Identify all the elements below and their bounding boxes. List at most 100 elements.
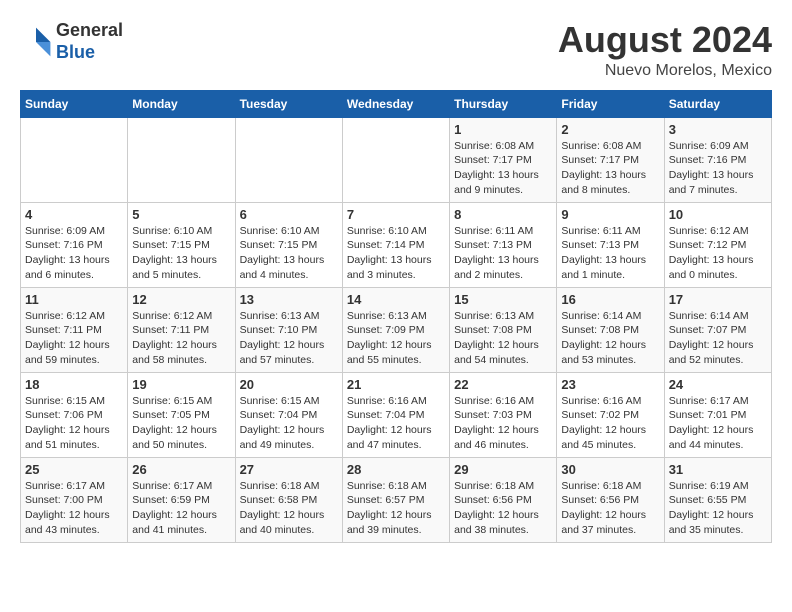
calendar-cell: 18Sunrise: 6:15 AM Sunset: 7:06 PM Dayli…: [21, 372, 128, 457]
day-number: 20: [240, 377, 338, 392]
week-row-1: 1 Sunrise: 6:08 AM Sunset: 7:17 PM Daylig…: [21, 117, 772, 202]
day-number: 27: [240, 462, 338, 477]
day-of-week-sunday: Sunday: [21, 90, 128, 117]
day-number: 22: [454, 377, 552, 392]
page-header: General Blue August 2024 Nuevo Morelos, …: [20, 20, 772, 80]
day-info: Sunrise: 6:15 AM Sunset: 7:05 PM Dayligh…: [132, 394, 230, 453]
day-number: 2: [561, 122, 659, 137]
calendar-cell: 11 Sunrise: 6:12 AM Sunset: 7:11 PM Dayli…: [21, 287, 128, 372]
calendar-cell: 3 Sunrise: 6:09 AM Sunset: 7:16 PM Daylig…: [664, 117, 771, 202]
calendar-cell: 29 Sunrise: 6:18 AM Sunset: 6:56 PM Dayli…: [450, 457, 557, 542]
day-info: Sunrise: 6:11 AM Sunset: 7:13 PM Dayligh…: [561, 224, 659, 283]
calendar-cell: 24Sunrise: 6:17 AM Sunset: 7:01 PM Dayli…: [664, 372, 771, 457]
day-info: Sunrise: 6:18 AM Sunset: 6:56 PM Dayligh…: [454, 479, 552, 538]
calendar-cell: 6 Sunrise: 6:10 AM Sunset: 7:15 PM Daylig…: [235, 202, 342, 287]
calendar-table: SundayMondayTuesdayWednesdayThursdayFrid…: [20, 90, 772, 543]
day-of-week-saturday: Saturday: [664, 90, 771, 117]
day-info: Sunrise: 6:19 AM Sunset: 6:55 PM Dayligh…: [669, 479, 767, 538]
calendar-cell: 14 Sunrise: 6:13 AM Sunset: 7:09 PM Dayli…: [342, 287, 449, 372]
calendar-cell: [342, 117, 449, 202]
day-of-week-thursday: Thursday: [450, 90, 557, 117]
day-number: 3: [669, 122, 767, 137]
calendar-cell: 21 Sunrise: 6:16 AM Sunset: 7:04 PM Dayli…: [342, 372, 449, 457]
day-info: Sunrise: 6:13 AM Sunset: 7:09 PM Dayligh…: [347, 309, 445, 368]
day-info: Sunrise: 6:09 AM Sunset: 7:16 PM Dayligh…: [25, 224, 123, 283]
logo-icon: [20, 26, 52, 58]
title-block: August 2024 Nuevo Morelos, Mexico: [558, 20, 772, 80]
day-of-week-tuesday: Tuesday: [235, 90, 342, 117]
calendar-cell: 9 Sunrise: 6:11 AM Sunset: 7:13 PM Daylig…: [557, 202, 664, 287]
day-info: Sunrise: 6:08 AM Sunset: 7:17 PM Dayligh…: [454, 139, 552, 198]
day-info: Sunrise: 6:12 AM Sunset: 7:11 PM Dayligh…: [25, 309, 123, 368]
day-info: Sunrise: 6:16 AM Sunset: 7:04 PM Dayligh…: [347, 394, 445, 453]
day-number: 26: [132, 462, 230, 477]
logo-blue: Blue: [56, 42, 123, 64]
calendar-cell: 4 Sunrise: 6:09 AM Sunset: 7:16 PM Daylig…: [21, 202, 128, 287]
day-info: Sunrise: 6:10 AM Sunset: 7:15 PM Dayligh…: [240, 224, 338, 283]
calendar-cell: 27 Sunrise: 6:18 AM Sunset: 6:58 PM Dayli…: [235, 457, 342, 542]
calendar-header: SundayMondayTuesdayWednesdayThursdayFrid…: [21, 90, 772, 117]
calendar-cell: 17 Sunrise: 6:14 AM Sunset: 7:07 PM Dayli…: [664, 287, 771, 372]
logo: General Blue: [20, 20, 123, 63]
week-row-5: 25 Sunrise: 6:17 AM Sunset: 7:00 PM Dayli…: [21, 457, 772, 542]
day-number: 5: [132, 207, 230, 222]
day-number: 25: [25, 462, 123, 477]
week-row-2: 4 Sunrise: 6:09 AM Sunset: 7:16 PM Daylig…: [21, 202, 772, 287]
day-info: Sunrise: 6:15 AM Sunset: 7:04 PM Dayligh…: [240, 394, 338, 453]
calendar-cell: 15Sunrise: 6:13 AM Sunset: 7:08 PM Dayli…: [450, 287, 557, 372]
calendar-cell: 10 Sunrise: 6:12 AM Sunset: 7:12 PM Dayli…: [664, 202, 771, 287]
day-info: Sunrise: 6:17 AM Sunset: 7:00 PM Dayligh…: [25, 479, 123, 538]
day-number: 9: [561, 207, 659, 222]
day-number: 21: [347, 377, 445, 392]
day-number: 31: [669, 462, 767, 477]
calendar-cell: 22 Sunrise: 6:16 AM Sunset: 7:03 PM Dayli…: [450, 372, 557, 457]
day-number: 10: [669, 207, 767, 222]
day-of-week-monday: Monday: [128, 90, 235, 117]
calendar-cell: 16Sunrise: 6:14 AM Sunset: 7:08 PM Dayli…: [557, 287, 664, 372]
day-number: 19: [132, 377, 230, 392]
day-info: Sunrise: 6:12 AM Sunset: 7:12 PM Dayligh…: [669, 224, 767, 283]
day-number: 6: [240, 207, 338, 222]
day-info: Sunrise: 6:14 AM Sunset: 7:08 PM Dayligh…: [561, 309, 659, 368]
day-number: 23: [561, 377, 659, 392]
calendar-cell: 20 Sunrise: 6:15 AM Sunset: 7:04 PM Dayli…: [235, 372, 342, 457]
day-info: Sunrise: 6:15 AM Sunset: 7:06 PM Dayligh…: [25, 394, 123, 453]
location: Nuevo Morelos, Mexico: [558, 62, 772, 80]
calendar-body: 1 Sunrise: 6:08 AM Sunset: 7:17 PM Daylig…: [21, 117, 772, 542]
month-year: August 2024: [558, 20, 772, 60]
calendar-cell: 19 Sunrise: 6:15 AM Sunset: 7:05 PM Dayli…: [128, 372, 235, 457]
calendar-cell: 13Sunrise: 6:13 AM Sunset: 7:10 PM Dayli…: [235, 287, 342, 372]
day-info: Sunrise: 6:17 AM Sunset: 6:59 PM Dayligh…: [132, 479, 230, 538]
calendar-cell: 30Sunrise: 6:18 AM Sunset: 6:56 PM Dayli…: [557, 457, 664, 542]
day-info: Sunrise: 6:16 AM Sunset: 7:02 PM Dayligh…: [561, 394, 659, 453]
calendar-cell: 23 Sunrise: 6:16 AM Sunset: 7:02 PM Dayli…: [557, 372, 664, 457]
calendar-cell: [235, 117, 342, 202]
day-number: 15: [454, 292, 552, 307]
day-number: 11: [25, 292, 123, 307]
calendar-cell: 7 Sunrise: 6:10 AM Sunset: 7:14 PM Daylig…: [342, 202, 449, 287]
day-info: Sunrise: 6:16 AM Sunset: 7:03 PM Dayligh…: [454, 394, 552, 453]
day-number: 29: [454, 462, 552, 477]
day-info: Sunrise: 6:18 AM Sunset: 6:57 PM Dayligh…: [347, 479, 445, 538]
calendar-cell: 26 Sunrise: 6:17 AM Sunset: 6:59 PM Dayli…: [128, 457, 235, 542]
day-number: 4: [25, 207, 123, 222]
day-info: Sunrise: 6:10 AM Sunset: 7:14 PM Dayligh…: [347, 224, 445, 283]
day-number: 7: [347, 207, 445, 222]
week-row-3: 11 Sunrise: 6:12 AM Sunset: 7:11 PM Dayli…: [21, 287, 772, 372]
day-info: Sunrise: 6:10 AM Sunset: 7:15 PM Dayligh…: [132, 224, 230, 283]
day-info: Sunrise: 6:12 AM Sunset: 7:11 PM Dayligh…: [132, 309, 230, 368]
day-number: 12: [132, 292, 230, 307]
day-info: Sunrise: 6:08 AM Sunset: 7:17 PM Dayligh…: [561, 139, 659, 198]
day-number: 1: [454, 122, 552, 137]
logo-text: General Blue: [56, 20, 123, 63]
day-info: Sunrise: 6:18 AM Sunset: 6:56 PM Dayligh…: [561, 479, 659, 538]
day-number: 24: [669, 377, 767, 392]
day-number: 17: [669, 292, 767, 307]
day-info: Sunrise: 6:09 AM Sunset: 7:16 PM Dayligh…: [669, 139, 767, 198]
day-info: Sunrise: 6:18 AM Sunset: 6:58 PM Dayligh…: [240, 479, 338, 538]
day-of-week-friday: Friday: [557, 90, 664, 117]
day-number: 14: [347, 292, 445, 307]
day-info: Sunrise: 6:11 AM Sunset: 7:13 PM Dayligh…: [454, 224, 552, 283]
day-info: Sunrise: 6:14 AM Sunset: 7:07 PM Dayligh…: [669, 309, 767, 368]
calendar-cell: 28Sunrise: 6:18 AM Sunset: 6:57 PM Dayli…: [342, 457, 449, 542]
